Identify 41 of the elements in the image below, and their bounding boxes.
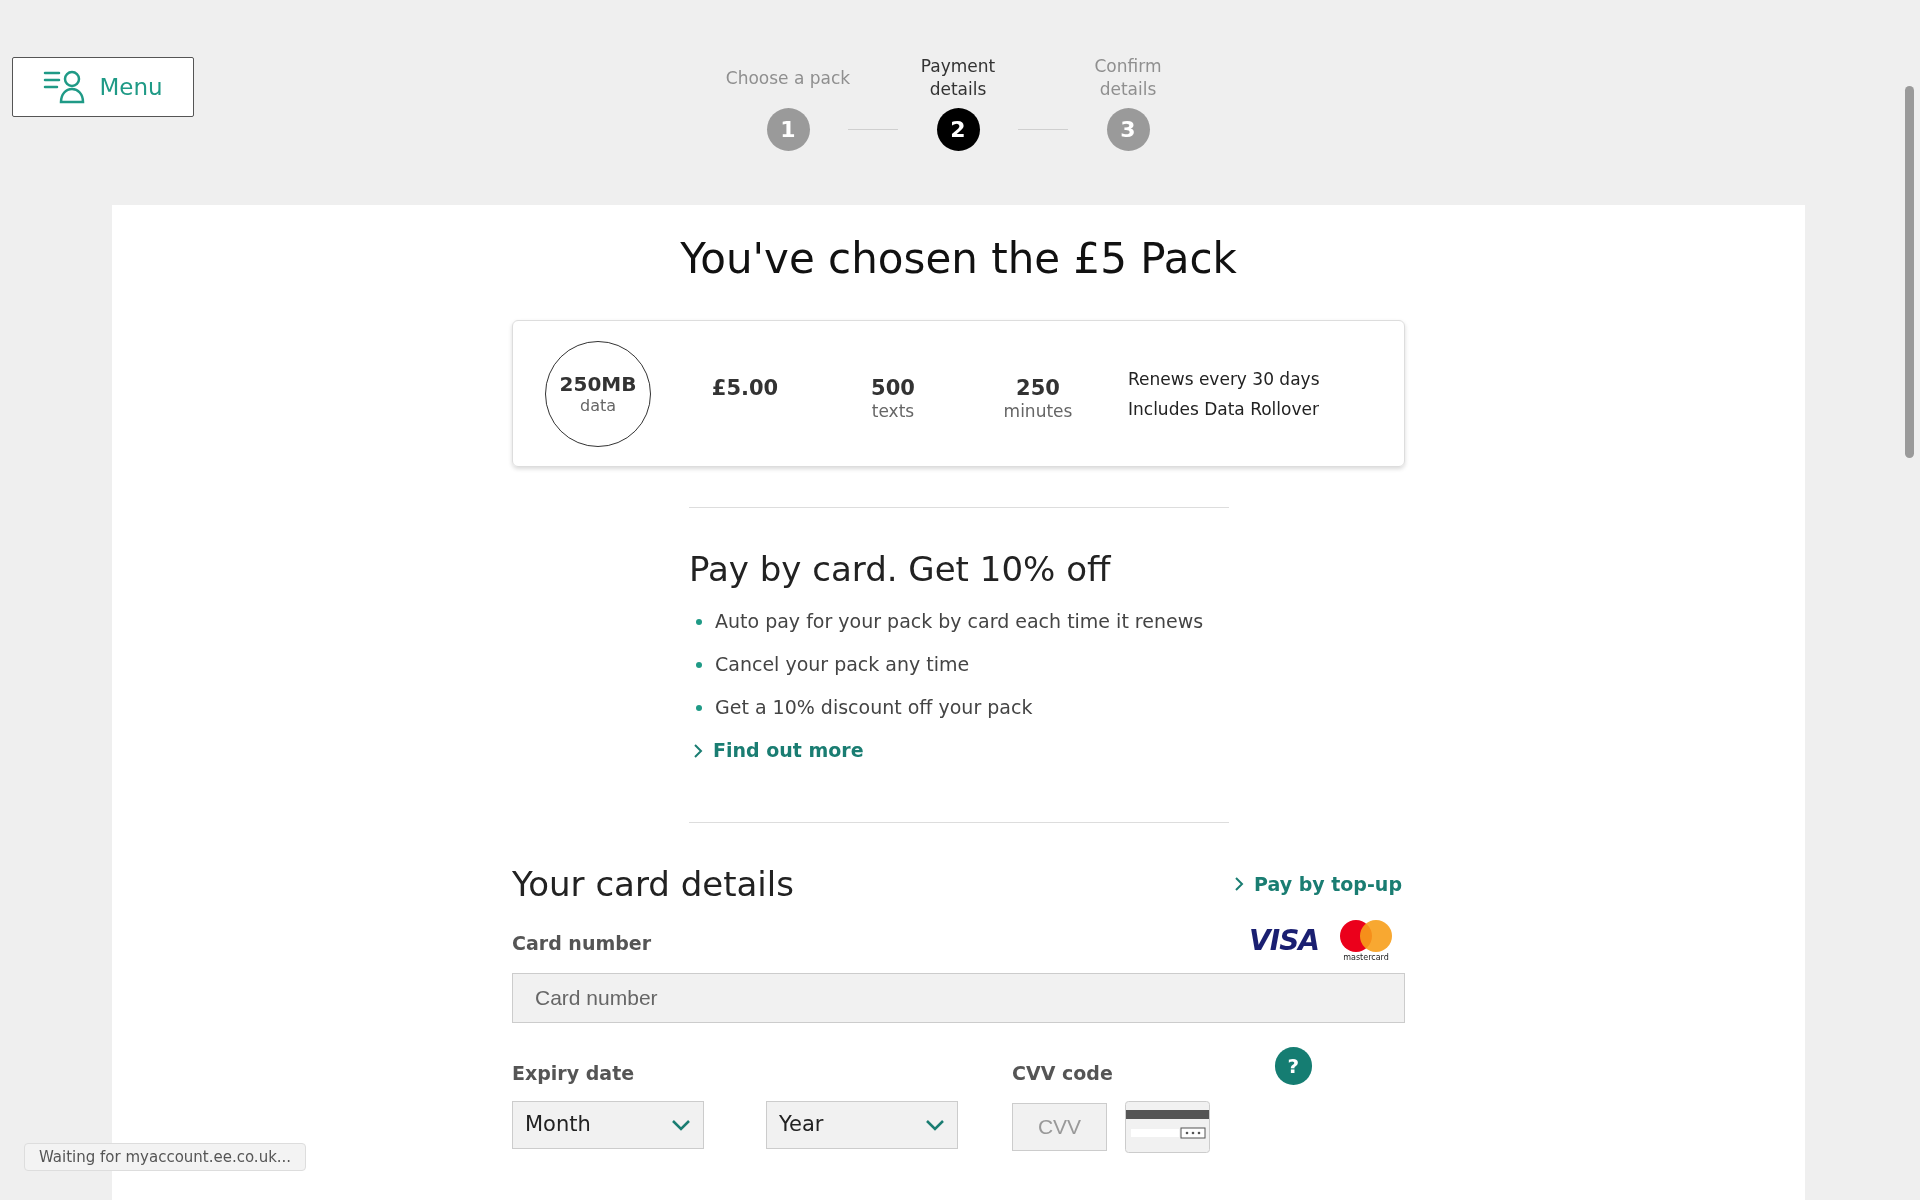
pack-note: Includes Data Rollover [1128,397,1320,420]
card-back-icon [1125,1101,1210,1153]
bullet-icon [696,618,702,625]
minutes-amount: 250 [1016,376,1060,400]
step-label: Payment details [919,55,997,101]
card-details-heading: Your card details [512,863,794,905]
minutes-unit: minutes [1003,400,1073,422]
bullet-icon [696,661,702,668]
scrollbar-thumb[interactable] [1905,86,1914,458]
find-out-more-link[interactable]: Find out more [689,729,864,772]
mastercard-logo: mastercard [1339,919,1393,963]
bullet-icon [696,704,702,711]
benefit-text: Auto pay for your pack by card each time it renews [715,609,1204,635]
price: £5.00 [711,376,779,400]
cvv-field[interactable]: CVV [1012,1103,1107,1151]
benefit-text: Cancel your pack any time [715,652,970,678]
data-amount: 250MB [559,371,637,396]
chevron-down-icon [925,1119,945,1131]
texts-amount: 500 [871,376,915,400]
data-unit: data [579,395,616,416]
pack-note: Renews every 30 days [1128,367,1320,390]
help-button[interactable]: ? [1274,1047,1312,1085]
month-select[interactable]: Month [512,1101,704,1149]
page-title: You've chosen the £5 Pack [679,233,1238,285]
chevron-right-icon [1234,876,1244,892]
chevron-down-icon [671,1119,691,1131]
status-bubble: Waiting for myaccount.ee.co.uk... [24,1143,307,1171]
offer-heading: Pay by card. Get 10% off [689,548,1112,590]
card-number-field[interactable]: Card number [512,973,1405,1023]
menu-button[interactable]: Menu [12,57,194,117]
field-label: Card number [512,930,652,956]
step-label: Choose a pack [725,66,851,90]
field-label: Expiry date [512,1060,636,1086]
year-select[interactable]: Year [766,1101,958,1149]
pay-by-top-up-link[interactable]: Pay by top-up [1234,869,1402,899]
field-label: CVV code [1012,1060,1114,1086]
chevron-right-icon [693,742,703,759]
step-label: Confirm details [1093,55,1163,101]
visa-logo: VISA [1249,923,1319,959]
benefit-text: Get a 10% discount off your pack [715,695,1033,721]
texts-unit: texts [871,400,915,422]
